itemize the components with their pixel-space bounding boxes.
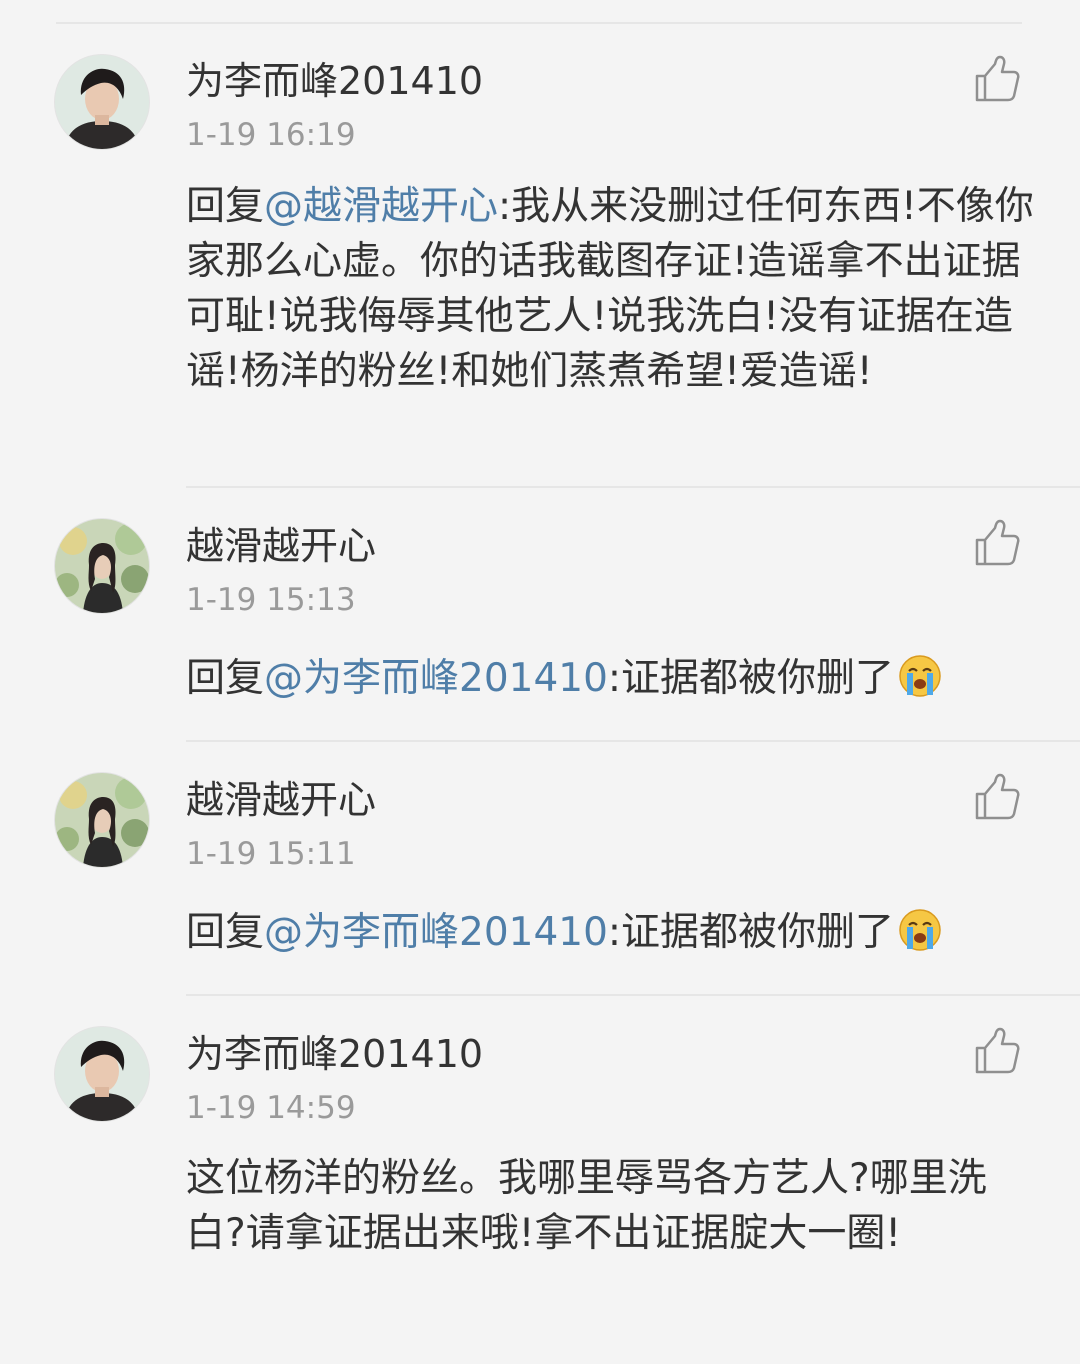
- mention-link[interactable]: @越滑越开心: [264, 184, 498, 229]
- comment-divider: [186, 486, 1080, 488]
- timestamp: 1-19 15:13: [186, 582, 356, 618]
- avatar[interactable]: [54, 518, 150, 614]
- comment-text: 这位杨洋的粉丝。我哪里辱骂各方艺人?哪里洗白?请拿证据出来哦!拿不出证据腚大一圈…: [186, 1156, 987, 1256]
- timestamp: 1-19 15:11: [186, 836, 356, 872]
- avatar[interactable]: [54, 54, 150, 150]
- crying-face-emoji: [896, 905, 944, 953]
- like-button[interactable]: [970, 516, 1024, 570]
- reply-prefix: 回复: [186, 184, 265, 229]
- avatar[interactable]: [54, 1026, 150, 1122]
- comment-text: 回复@为李而峰201410:证据都被你删了: [186, 651, 1036, 706]
- thumbs-up-icon: [975, 55, 1020, 102]
- username[interactable]: 越滑越开心: [186, 778, 376, 822]
- mention-link[interactable]: @为李而峰201410: [264, 656, 608, 701]
- username[interactable]: 越滑越开心: [186, 524, 376, 568]
- username[interactable]: 为李而峰201410: [186, 1032, 483, 1076]
- timestamp: 1-19 14:59: [186, 1090, 356, 1126]
- comment-text: 回复@为李而峰201410:证据都被你删了: [186, 905, 1036, 960]
- comment-divider: [186, 994, 1080, 996]
- crying-face-emoji: [896, 651, 944, 699]
- username[interactable]: 为李而峰201410: [186, 59, 483, 103]
- top-divider: [56, 22, 1022, 24]
- timestamp: 1-19 16:19: [186, 117, 356, 153]
- avatar[interactable]: [54, 772, 150, 868]
- comment-text: 回复@越滑越开心:我从来没删过任何东西!不像你家那么心虚。你的话我截图存证!造谣…: [186, 179, 1036, 399]
- reply-prefix: 回复: [186, 656, 265, 701]
- reply-prefix: 回复: [186, 910, 265, 955]
- thumbs-up-icon: [975, 1027, 1020, 1074]
- mention-link[interactable]: @为李而峰201410: [264, 910, 608, 955]
- like-button[interactable]: [970, 1024, 1024, 1078]
- comment-divider: [186, 740, 1080, 742]
- comment-body: :证据都被你删了: [607, 656, 895, 701]
- thumbs-up-icon: [975, 773, 1020, 820]
- comment-body: :证据都被你删了: [607, 910, 895, 955]
- thumbs-up-icon: [975, 519, 1020, 566]
- like-button[interactable]: [970, 52, 1024, 106]
- like-button[interactable]: [970, 770, 1024, 824]
